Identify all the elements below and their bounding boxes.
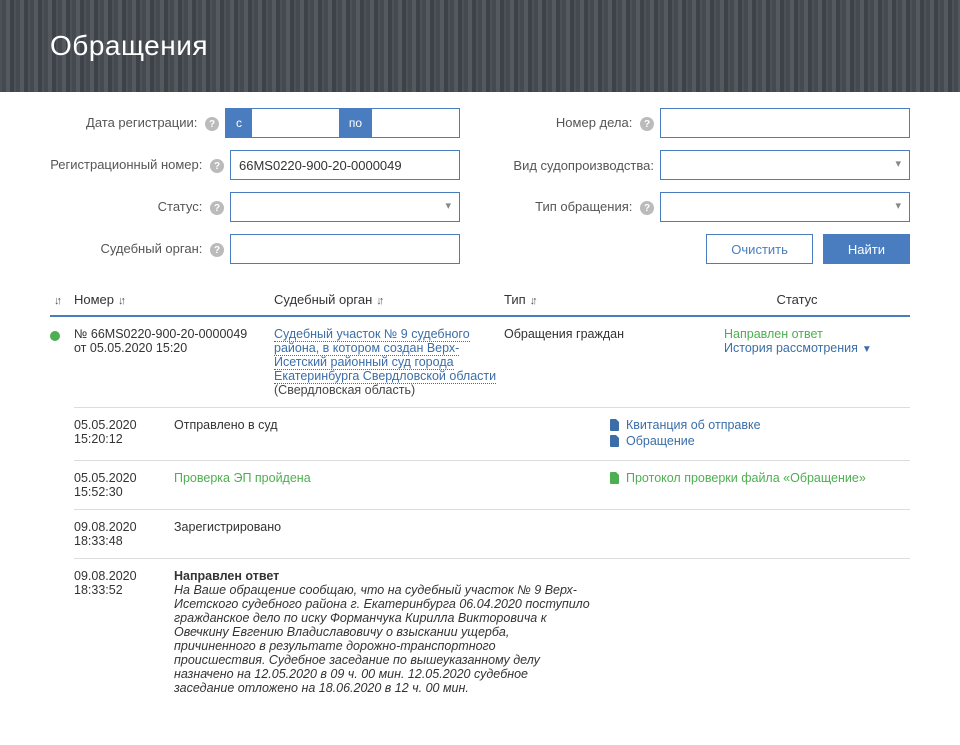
table-row: № 66MS0220-900-20-0000049 от 05.05.2020 … [50, 317, 910, 407]
history-date: 05.05.202015:20:12 [74, 418, 166, 450]
help-icon[interactable]: ? [640, 201, 654, 215]
file-icon [610, 419, 620, 431]
proceeding-type-select[interactable] [660, 150, 910, 180]
help-icon[interactable]: ? [210, 201, 224, 215]
history-row: 09.08.202018:33:48Зарегистрировано [74, 509, 910, 558]
filters-panel: Дата регистрации: ? с по Номер дела: ? [0, 92, 960, 284]
help-icon[interactable]: ? [640, 117, 654, 131]
row-number: № 66MS0220-900-20-0000049 от 05.05.2020 … [74, 327, 274, 397]
help-icon[interactable]: ? [210, 243, 224, 257]
label-proceeding-type: Вид судопроизводства: [480, 158, 660, 173]
file-link[interactable]: Обращение [610, 434, 910, 448]
court-link[interactable]: Судебный участок № 9 судебного района, в… [274, 327, 496, 384]
chevron-down-icon: ▼ [862, 344, 872, 355]
label-case-number: Номер дела: ? [480, 115, 660, 132]
label-appeal-type: Тип обращения: ? [480, 199, 660, 216]
reg-number-input[interactable] [230, 150, 460, 180]
history-toggle[interactable]: История рассмотрения▼ [724, 341, 910, 355]
file-link[interactable]: Протокол проверки файла «Обращение» [610, 471, 910, 485]
page-banner: Обращения [0, 0, 960, 92]
sort-icon[interactable]: ↓↑ [376, 295, 381, 307]
file-link[interactable]: Квитанция об отправке [610, 418, 910, 432]
case-number-input[interactable] [660, 108, 910, 138]
history-event: Направлен ответНа Ваше обращение сообщаю… [166, 569, 610, 695]
history-event: Проверка ЭП пройдена [166, 471, 610, 499]
sort-icon[interactable]: ↓↑ [530, 295, 535, 307]
date-from-input[interactable] [252, 109, 339, 137]
header-number[interactable]: Номер [74, 292, 114, 307]
label-status: Статус: ? [50, 199, 230, 216]
appeal-type-select[interactable] [660, 192, 910, 222]
label-reg-number: Регистрационный номер: ? [50, 157, 230, 174]
status-dot-icon [50, 331, 60, 341]
date-to-input[interactable] [372, 109, 459, 137]
row-status: Направлен ответ [724, 327, 910, 341]
history-links [610, 569, 910, 695]
history-event: Отправлено в суд [166, 418, 610, 450]
header-type[interactable]: Тип [504, 292, 526, 307]
clear-button[interactable]: Очистить [706, 234, 813, 264]
history-date: 05.05.202015:52:30 [74, 471, 166, 499]
history-links [610, 520, 910, 548]
sort-icon[interactable]: ↓↑ [54, 295, 59, 307]
history-row: 05.05.202015:52:30Проверка ЭП пройденаПр… [74, 460, 910, 509]
history-date: 09.08.202018:33:52 [74, 569, 166, 695]
history-links: Протокол проверки файла «Обращение» [610, 471, 910, 499]
history-panel: 05.05.202015:20:12Отправлено в судКвитан… [74, 407, 910, 705]
page-title: Обращения [50, 30, 208, 62]
date-from-tag: с [226, 109, 252, 137]
results-table: ↓↑ Номер ↓↑ Судебный орган ↓↑ Тип ↓↑ Статус… [0, 284, 960, 745]
header-status[interactable]: Статус [776, 292, 817, 307]
history-date: 09.08.202018:33:48 [74, 520, 166, 548]
help-icon[interactable]: ? [205, 117, 219, 131]
history-event: Зарегистрировано [166, 520, 610, 548]
row-type: Обращения граждан [504, 327, 684, 397]
sort-icon[interactable]: ↓↑ [118, 295, 123, 307]
search-button[interactable]: Найти [823, 234, 910, 264]
history-row: 09.08.202018:33:52Направлен ответНа Ваше… [74, 558, 910, 705]
status-select[interactable] [230, 192, 460, 222]
help-icon[interactable]: ? [210, 159, 224, 173]
header-court[interactable]: Судебный орган [274, 292, 372, 307]
file-icon [610, 472, 620, 484]
date-to-tag: по [339, 109, 372, 137]
date-range: с по [225, 108, 460, 138]
label-date-reg: Дата регистрации: ? [50, 115, 225, 132]
court-input[interactable] [230, 234, 460, 264]
history-links: Квитанция об отправке Обращение [610, 418, 910, 450]
label-court: Судебный орган: ? [50, 241, 230, 258]
history-row: 05.05.202015:20:12Отправлено в судКвитан… [74, 407, 910, 460]
row-court: Судебный участок № 9 судебного района, в… [274, 327, 504, 397]
table-header: ↓↑ Номер ↓↑ Судебный орган ↓↑ Тип ↓↑ Статус [50, 284, 910, 317]
file-icon [610, 435, 620, 447]
